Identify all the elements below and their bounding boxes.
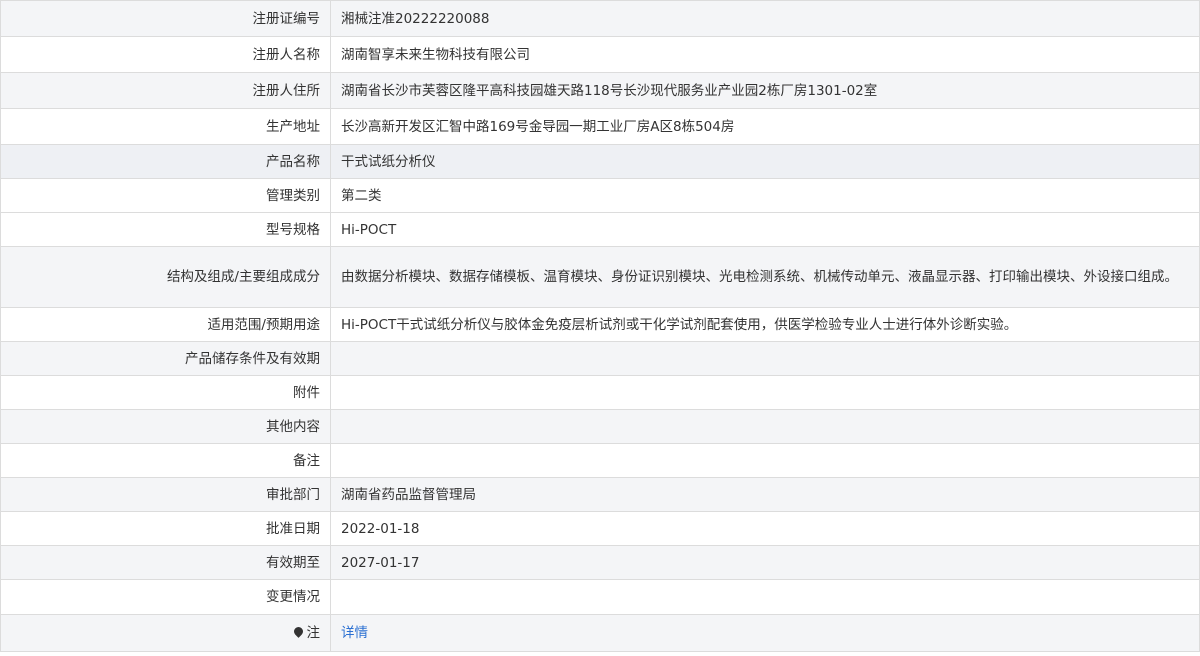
registration-detail-table: 注册证编号 湘械注准20222220088 注册人名称 湖南智享未来生物科技有限… <box>0 0 1200 652</box>
row-valid-until: 有效期至 2027-01-17 <box>0 545 1200 580</box>
label-registration-number: 注册证编号 <box>0 0 331 37</box>
row-registration-number: 注册证编号 湘械注准20222220088 <box>0 0 1200 37</box>
value-intended-use: Hi-POCT干式试纸分析仪与胶体金免疫层析试剂或干化学试剂配套使用，供医学检验… <box>330 307 1200 342</box>
label-approval-department: 审批部门 <box>0 477 331 512</box>
label-valid-until: 有效期至 <box>0 545 331 580</box>
value-approval-department: 湖南省药品监督管理局 <box>330 477 1200 512</box>
value-production-address: 长沙高新开发区汇智中路169号金导园一期工业厂房A区8栋504房 <box>330 108 1200 145</box>
row-model-spec: 型号规格 Hi-POCT <box>0 212 1200 247</box>
details-link[interactable]: 详情 <box>341 625 368 641</box>
value-approval-date: 2022-01-18 <box>330 511 1200 546</box>
row-note: 注 详情 <box>0 614 1200 652</box>
value-valid-until: 2027-01-17 <box>330 545 1200 580</box>
label-other-content: 其他内容 <box>0 409 331 444</box>
row-remarks: 备注 <box>0 443 1200 478</box>
pin-icon <box>291 625 305 638</box>
label-storage-conditions: 产品储存条件及有效期 <box>0 341 331 376</box>
value-other-content <box>330 409 1200 444</box>
row-product-name: 产品名称 干式试纸分析仪 <box>0 144 1200 179</box>
value-structure-composition: 由数据分析模块、数据存储模板、温育模块、身份证识别模块、光电检测系统、机械传动单… <box>330 246 1200 308</box>
row-structure-composition: 结构及组成/主要组成成分 由数据分析模块、数据存储模板、温育模块、身份证识别模块… <box>0 246 1200 308</box>
row-production-address: 生产地址 长沙高新开发区汇智中路169号金导园一期工业厂房A区8栋504房 <box>0 108 1200 145</box>
label-model-spec: 型号规格 <box>0 212 331 247</box>
row-intended-use: 适用范围/预期用途 Hi-POCT干式试纸分析仪与胶体金免疫层析试剂或干化学试剂… <box>0 307 1200 342</box>
row-registrant-name: 注册人名称 湖南智享未来生物科技有限公司 <box>0 36 1200 73</box>
row-approval-department: 审批部门 湖南省药品监督管理局 <box>0 477 1200 512</box>
label-change-status: 变更情况 <box>0 579 331 615</box>
row-registrant-address: 注册人住所 湖南省长沙市芙蓉区隆平高科技园雄天路118号长沙现代服务业产业园2栋… <box>0 72 1200 109</box>
value-product-name: 干式试纸分析仪 <box>330 144 1200 179</box>
label-registrant-name: 注册人名称 <box>0 36 331 73</box>
label-attachments: 附件 <box>0 375 331 410</box>
value-registrant-address: 湖南省长沙市芙蓉区隆平高科技园雄天路118号长沙现代服务业产业园2栋厂房1301… <box>330 72 1200 109</box>
label-approval-date: 批准日期 <box>0 511 331 546</box>
row-approval-date: 批准日期 2022-01-18 <box>0 511 1200 546</box>
row-change-status: 变更情况 <box>0 579 1200 615</box>
label-note: 注 <box>0 614 331 652</box>
label-registrant-address: 注册人住所 <box>0 72 331 109</box>
row-storage-conditions: 产品储存条件及有效期 <box>0 341 1200 376</box>
row-attachments: 附件 <box>0 375 1200 410</box>
label-management-category: 管理类别 <box>0 178 331 213</box>
value-model-spec: Hi-POCT <box>330 212 1200 247</box>
row-management-category: 管理类别 第二类 <box>0 178 1200 213</box>
value-registrant-name: 湖南智享未来生物科技有限公司 <box>330 36 1200 73</box>
value-attachments <box>330 375 1200 410</box>
value-storage-conditions <box>330 341 1200 376</box>
value-registration-number: 湘械注准20222220088 <box>330 0 1200 37</box>
value-note: 详情 <box>330 614 1200 652</box>
label-intended-use: 适用范围/预期用途 <box>0 307 331 342</box>
label-remarks: 备注 <box>0 443 331 478</box>
label-product-name: 产品名称 <box>0 144 331 179</box>
label-structure-composition: 结构及组成/主要组成成分 <box>0 246 331 308</box>
value-management-category: 第二类 <box>330 178 1200 213</box>
label-production-address: 生产地址 <box>0 108 331 145</box>
row-other-content: 其他内容 <box>0 409 1200 444</box>
value-change-status <box>330 579 1200 615</box>
value-remarks <box>330 443 1200 478</box>
note-label: 注 <box>306 625 321 641</box>
